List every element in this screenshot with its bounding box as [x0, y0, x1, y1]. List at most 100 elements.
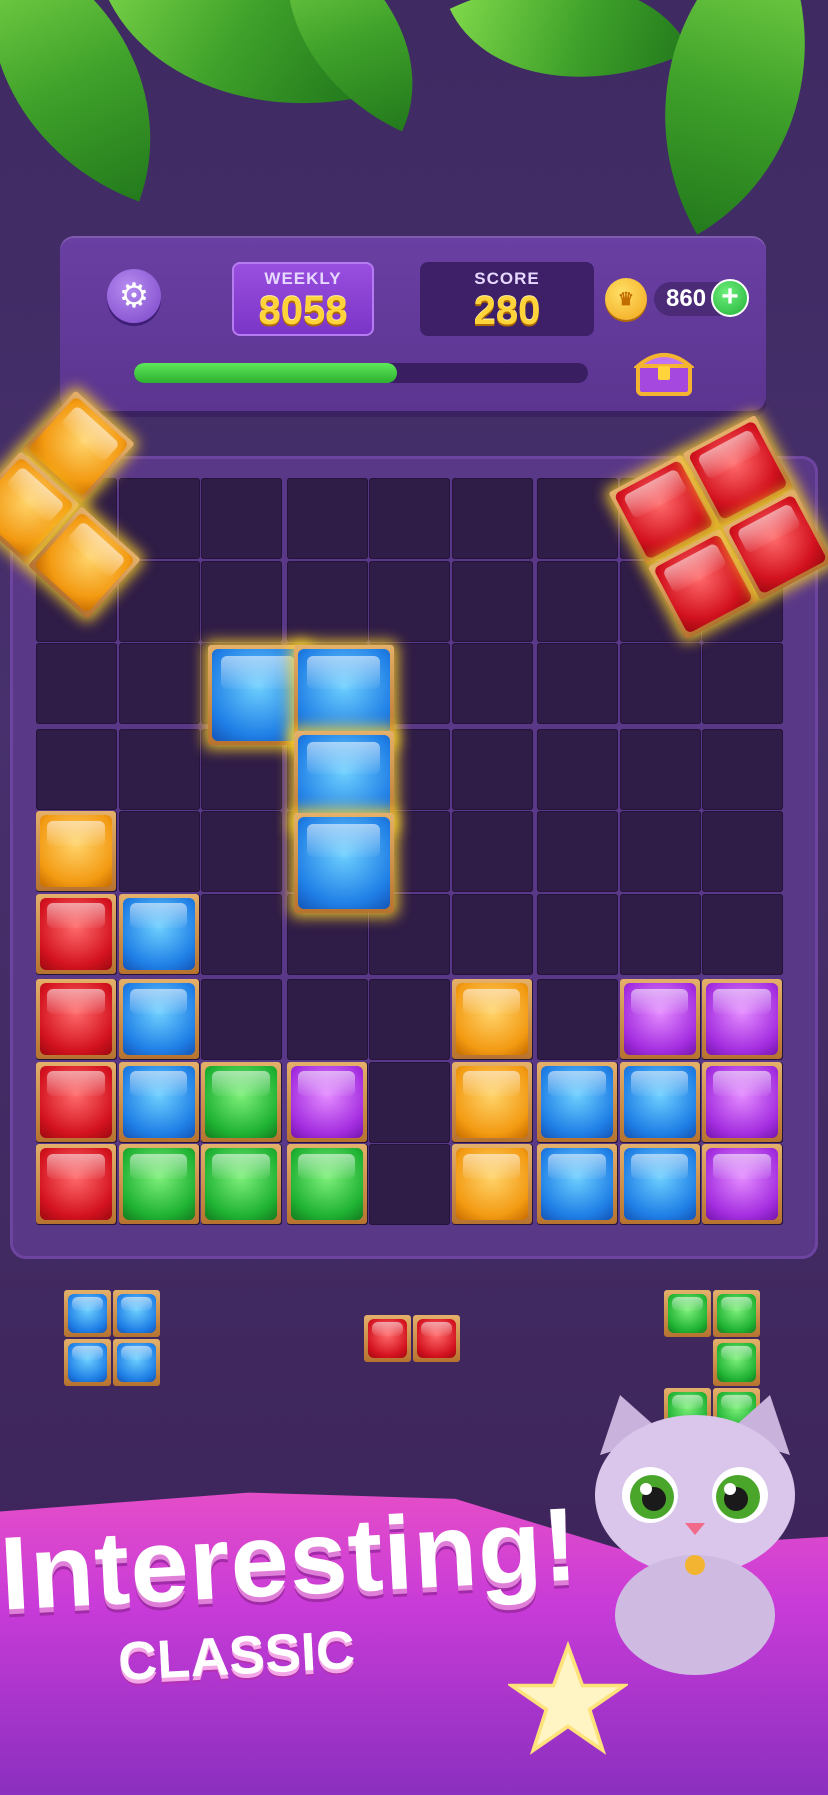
- placed-gem-red: [36, 979, 116, 1059]
- treasure-chest-icon[interactable]: [634, 344, 694, 396]
- board-cell[interactable]: [451, 893, 533, 975]
- board-cell[interactable]: [702, 893, 783, 975]
- tray-gem-red: [364, 1315, 411, 1362]
- gem-face: [68, 1294, 107, 1333]
- board-cell[interactable]: [619, 728, 701, 810]
- gem-face: [40, 983, 112, 1055]
- board-cell[interactable]: [619, 893, 701, 975]
- gem-face: [541, 1148, 613, 1220]
- gem-face: [122, 1065, 195, 1138]
- placed-gem-blue: [118, 893, 199, 974]
- board-cell[interactable]: [702, 728, 783, 810]
- hud-panel: ⚙ WEEKLY 8058 SCORE 280 860 ♛ +: [60, 236, 766, 411]
- tray-gem-green: [713, 1339, 760, 1386]
- board-cell[interactable]: [286, 478, 368, 559]
- gem-face: [205, 1065, 277, 1138]
- board-cell[interactable]: [369, 478, 450, 559]
- board-cell[interactable]: [537, 560, 618, 642]
- gem-face: [297, 817, 390, 909]
- tray-gem-green: [664, 1290, 711, 1337]
- score-label: SCORE: [474, 269, 540, 288]
- board-cell[interactable]: [619, 643, 701, 724]
- board-cell[interactable]: [118, 728, 200, 810]
- placed-gem-blue: [537, 1144, 617, 1224]
- board-cell[interactable]: [537, 893, 618, 975]
- gem-face: [668, 1294, 707, 1333]
- gem-face: [212, 649, 304, 741]
- gem-face: [205, 1148, 277, 1220]
- board-cell[interactable]: [537, 643, 618, 724]
- board-cell[interactable]: [201, 811, 282, 892]
- board-cell[interactable]: [619, 811, 701, 892]
- placed-gem-green: [201, 1061, 281, 1142]
- board-cell[interactable]: [451, 811, 533, 892]
- placed-gem-purple: [702, 979, 782, 1059]
- board-cell[interactable]: [451, 478, 533, 559]
- placed-gem-green: [286, 1144, 367, 1224]
- placed-gem-blue: [118, 979, 199, 1059]
- board-cell[interactable]: [369, 979, 450, 1060]
- cat-mascot-icon: [595, 1395, 795, 1675]
- placed-gem-red: [36, 1061, 116, 1142]
- board-cell[interactable]: [451, 560, 533, 642]
- board-cell[interactable]: [369, 560, 450, 642]
- weekly-value: 8058: [258, 289, 348, 333]
- board-cell[interactable]: [702, 811, 783, 892]
- gem-face: [417, 1319, 456, 1358]
- board-cell[interactable]: [537, 811, 618, 892]
- gem-face: [40, 1148, 112, 1220]
- placed-gem-orange: [36, 811, 116, 891]
- settings-gear-icon[interactable]: ⚙: [107, 269, 161, 323]
- placed-gem-blue: [619, 1061, 700, 1142]
- add-coins-button[interactable]: +: [711, 279, 749, 317]
- gem-face: [706, 1065, 778, 1138]
- placed-gem-red: [36, 893, 116, 974]
- gem-face: [717, 1294, 756, 1333]
- board-cell[interactable]: [286, 560, 368, 642]
- placed-gem-blue: [118, 1061, 199, 1142]
- board-cell[interactable]: [537, 728, 618, 810]
- dragging-piece-gem[interactable]: [293, 813, 394, 913]
- board-cell[interactable]: [369, 1144, 450, 1225]
- placed-gem-purple: [702, 1144, 782, 1224]
- board-cell[interactable]: [286, 979, 368, 1060]
- star-icon: [508, 1640, 628, 1755]
- gem-face: [40, 815, 112, 887]
- placed-gem-orange: [451, 1061, 532, 1142]
- board-cell[interactable]: [369, 1061, 450, 1143]
- gem-face: [623, 983, 696, 1055]
- board-cell[interactable]: [201, 893, 282, 975]
- board-cell[interactable]: [36, 728, 117, 810]
- placed-gem-orange: [451, 1144, 532, 1224]
- gem-face: [290, 1065, 363, 1138]
- gem-face: [122, 897, 195, 970]
- gem-face: [623, 1065, 696, 1138]
- placed-gem-orange: [451, 979, 532, 1059]
- board-cell[interactable]: [118, 643, 200, 724]
- board-cell[interactable]: [451, 643, 533, 724]
- level-progress-bar: [134, 363, 588, 383]
- gem-face: [623, 1148, 696, 1220]
- board-cell[interactable]: [451, 728, 533, 810]
- board-cell[interactable]: [537, 979, 618, 1060]
- board-cell[interactable]: [201, 478, 282, 559]
- tray-gem-blue: [64, 1290, 111, 1337]
- gem-face: [455, 983, 528, 1055]
- board-cell[interactable]: [118, 811, 200, 892]
- banner-subtitle: CLASSIC: [116, 1619, 357, 1693]
- tray-gem-blue: [64, 1339, 111, 1386]
- board-cell[interactable]: [537, 478, 618, 559]
- placed-gem-blue: [619, 1144, 700, 1224]
- placed-gem-purple: [286, 1061, 367, 1142]
- placed-gem-green: [118, 1144, 199, 1224]
- board-cell[interactable]: [201, 560, 282, 642]
- tray-gem-red: [413, 1315, 460, 1362]
- board-cell[interactable]: [201, 979, 282, 1060]
- gem-face: [541, 1065, 613, 1138]
- gem-face: [117, 1294, 156, 1333]
- gem-face: [122, 1148, 195, 1220]
- board-cell[interactable]: [702, 643, 783, 724]
- placed-gem-red: [36, 1144, 116, 1224]
- gem-face: [40, 897, 112, 970]
- placed-gem-blue: [537, 1061, 617, 1142]
